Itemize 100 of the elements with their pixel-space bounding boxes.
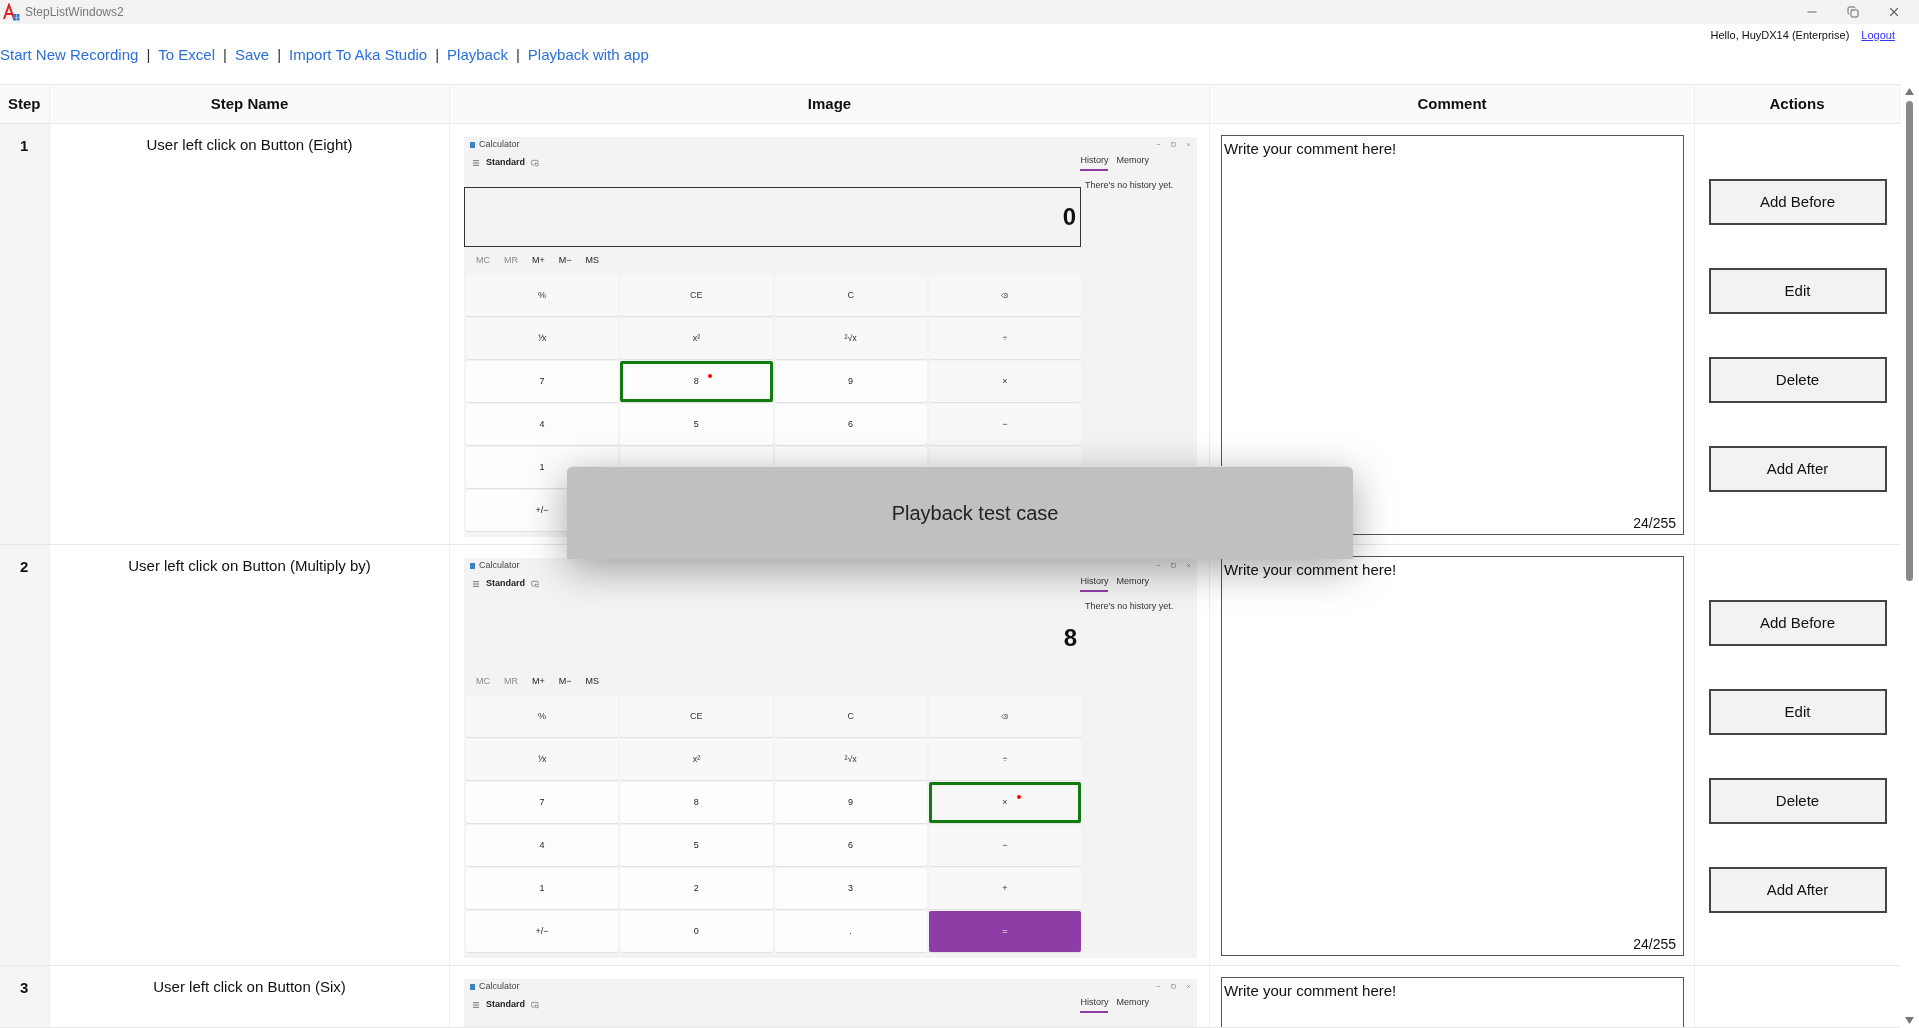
calculator-key[interactable]: 9 (774, 782, 927, 823)
toolbar-link[interactable]: Save (234, 43, 270, 67)
maximize-icon (1171, 984, 1176, 989)
close-icon[interactable] (1887, 5, 1901, 19)
calculator-tab[interactable]: History (1080, 154, 1109, 171)
calculator-key[interactable]: x² (620, 739, 773, 780)
calculator-tab[interactable]: History (1080, 996, 1109, 1013)
calculator-key[interactable]: = (928, 911, 1081, 952)
column-header: Actions (1769, 93, 1825, 114)
memory-button[interactable]: M− (558, 675, 572, 689)
calculator-key[interactable]: 6 (774, 404, 927, 445)
memory-button[interactable]: MS (585, 254, 600, 268)
calculator-key[interactable]: ÷ (928, 318, 1081, 359)
calculator-key[interactable]: 0 (620, 911, 773, 952)
calculator-key[interactable]: 3 (774, 868, 927, 909)
calculator-key[interactable]: 4 (466, 825, 619, 866)
calculator-key[interactable]: +/− (466, 911, 619, 952)
minimize-icon (1156, 142, 1161, 147)
comment-field[interactable]: Write your comment here! (1221, 977, 1684, 1027)
action-button[interactable]: Add After (1708, 446, 1887, 492)
action-button[interactable]: Delete (1708, 778, 1887, 824)
action-button[interactable]: Add Before (1708, 600, 1887, 646)
calculator-tab[interactable]: Memory (1116, 154, 1149, 171)
maximize-icon (1171, 142, 1176, 147)
calculator-key[interactable]: 4 (466, 404, 619, 445)
user-greeting: Hello, HuyDX14 (Enterprise) (1710, 27, 1850, 43)
calculator-key[interactable]: % (466, 275, 619, 316)
keep-on-top-icon (531, 158, 539, 167)
column-header: Step Name (210, 93, 289, 114)
calculator-key[interactable]: % (466, 696, 619, 737)
calculator-key[interactable]: − (928, 404, 1081, 445)
calculator-key[interactable]: 2 (620, 868, 773, 909)
memory-button[interactable]: M+ (532, 675, 545, 689)
link-separator: | (277, 44, 282, 65)
scroll-down-icon[interactable] (1905, 1017, 1914, 1024)
action-button[interactable]: Edit (1708, 689, 1887, 735)
calculator-key[interactable]: CE (620, 696, 773, 737)
menu-icon (472, 1000, 480, 1009)
calculator-key[interactable]: ÷ (928, 739, 1081, 780)
backspace-icon (1001, 713, 1009, 720)
calculator-key[interactable]: 8 (620, 361, 773, 402)
scrollbar-thumb[interactable] (1906, 101, 1913, 581)
column-header: Step (8, 93, 41, 114)
logout-link[interactable]: Logout (1861, 26, 1895, 44)
calculator-key[interactable]: ⅟x (466, 739, 619, 780)
character-counter: 24/255 (1633, 514, 1676, 533)
calculator-mode: Standard (486, 155, 525, 169)
keep-on-top-icon (531, 579, 539, 588)
minimize-icon (1156, 563, 1161, 568)
calculator-key[interactable]: 7 (466, 782, 619, 823)
toolbar-link[interactable]: Playback (447, 43, 508, 67)
calculator-key[interactable]: 5 (620, 825, 773, 866)
memory-button[interactable]: MS (585, 675, 600, 689)
action-button[interactable]: Add Before (1708, 179, 1887, 225)
calculator-key[interactable]: × (928, 782, 1081, 823)
calculator-key[interactable]: − (928, 825, 1081, 866)
calculator-key[interactable]: C (774, 696, 927, 737)
step-name: User left click on Button (Multiply by) (128, 556, 371, 576)
calculator-key[interactable]: C (774, 275, 927, 316)
toolbar-link[interactable]: To Excel (158, 43, 215, 67)
close-icon (1186, 563, 1191, 568)
step-number: 2 (20, 558, 29, 575)
click-marker (708, 374, 713, 378)
menu-icon (472, 158, 480, 167)
calculator-key[interactable]: ⅟x (466, 318, 619, 359)
calculator-key[interactable]: 9 (774, 361, 927, 402)
calculator-key[interactable]: CE (620, 275, 773, 316)
memory-button[interactable]: M+ (532, 254, 545, 268)
step-number: 1 (20, 137, 29, 154)
calculator-tab[interactable]: Memory (1116, 575, 1149, 592)
scroll-up-icon[interactable] (1905, 88, 1914, 95)
calculator-key[interactable]: 7 (466, 361, 619, 402)
calculator-key[interactable]: 6 (774, 825, 927, 866)
restore-icon[interactable] (1847, 6, 1859, 18)
action-button[interactable]: Delete (1708, 357, 1887, 403)
link-separator: | (435, 44, 440, 65)
calculator-key[interactable]: + (928, 868, 1081, 909)
column-header: Image (807, 93, 852, 114)
calculator-key[interactable]: . (774, 911, 927, 952)
link-separator: | (146, 44, 151, 65)
calculator-key[interactable]: 1 (466, 868, 619, 909)
calculator-key[interactable]: ²√x (774, 739, 927, 780)
calculator-key[interactable]: x² (620, 318, 773, 359)
calculator-key[interactable]: 5 (620, 404, 773, 445)
memory-button[interactable]: M− (558, 254, 572, 268)
menu-icon (472, 579, 480, 588)
app-logo-icon (2, 3, 20, 21)
calculator-key[interactable]: 8 (620, 782, 773, 823)
calculator-key[interactable]: × (928, 361, 1081, 402)
toolbar-link[interactable]: Playback with app (527, 43, 649, 67)
toolbar-link[interactable]: Import To Aka Studio (289, 43, 428, 67)
calculator-tab[interactable]: Memory (1116, 996, 1149, 1013)
action-button[interactable]: Edit (1708, 268, 1887, 314)
calculator-key[interactable]: ²√x (774, 318, 927, 359)
toolbar-link[interactable]: Start New Recording (0, 43, 139, 67)
column-header: Comment (1417, 93, 1487, 114)
action-button[interactable]: Add After (1708, 867, 1887, 913)
calculator-title: Calculator (479, 979, 520, 993)
calculator-tab[interactable]: History (1080, 575, 1109, 592)
maximize-icon (1171, 563, 1176, 568)
